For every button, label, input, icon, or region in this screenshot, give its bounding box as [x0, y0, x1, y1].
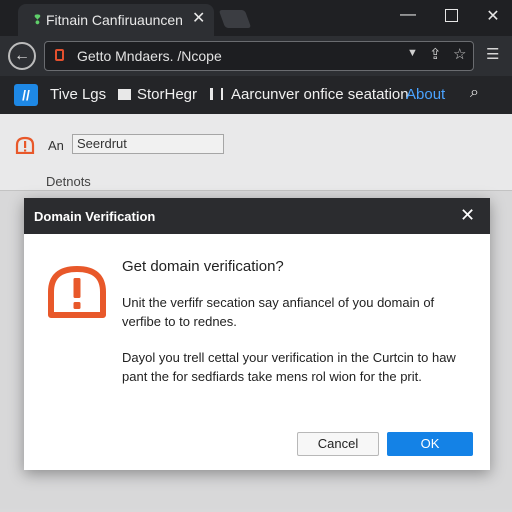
- close-window-button[interactable]: ✕: [482, 6, 504, 26]
- nav-item-3-label: Aarcunver onfice seatation: [231, 86, 409, 103]
- menu-icon[interactable]: ☰: [486, 45, 499, 63]
- section-label: Detnots: [46, 174, 91, 189]
- title-bar: ❢ Fitnain Canfiruauncen ✕ — ✕: [0, 0, 512, 36]
- search-icon[interactable]: ⌕: [470, 84, 479, 102]
- address-bar[interactable]: Getto Mndaers. /Ncope ▼ ⇪ ☆: [44, 41, 474, 71]
- site-logo[interactable]: //: [14, 84, 38, 106]
- domain-verification-dialog: Domain Verification ✕ Get domain verific…: [24, 198, 490, 470]
- dialog-header: Domain Verification ✕: [24, 198, 490, 234]
- site-nav-bar: // Tive Lgs StorHegr Aarcunver onfice se…: [0, 76, 512, 114]
- lock-icon: [55, 49, 64, 61]
- nav-item-2-label: StorHegr: [137, 86, 198, 103]
- folder-icon: [118, 89, 131, 100]
- browser-tab[interactable]: ❢ Fitnain Canfiruauncen ✕: [18, 4, 214, 36]
- tab-favicon-icon: ❢: [32, 12, 43, 27]
- maximize-icon: [444, 9, 458, 22]
- bookmark-star-icon[interactable]: ☆: [453, 45, 466, 63]
- dialog-title: Domain Verification: [34, 209, 156, 224]
- tab-close-icon[interactable]: ✕: [192, 10, 205, 28]
- maximize-button[interactable]: [440, 6, 462, 27]
- warning-icon: [15, 136, 35, 154]
- address-toolbar: ← Getto Mndaers. /Ncope ▼ ⇪ ☆ ☰: [0, 36, 512, 76]
- nav-item-3[interactable]: Aarcunver onfice seatation: [210, 86, 409, 103]
- nav-item-2[interactable]: StorHegr: [118, 86, 197, 103]
- nav-item-1[interactable]: Tive Lgs: [50, 86, 106, 103]
- new-tab-button[interactable]: [218, 10, 252, 28]
- cancel-button[interactable]: Cancel: [297, 432, 379, 456]
- warning-icon: [48, 266, 106, 318]
- back-button[interactable]: ←: [8, 42, 36, 70]
- share-icon[interactable]: ⇪: [429, 45, 442, 63]
- tab-title: Fitnain Canfiruauncen: [46, 12, 183, 28]
- chevron-down-icon[interactable]: ▼: [407, 47, 418, 59]
- document-icon: [210, 88, 223, 100]
- dialog-heading: Get domain verification?: [122, 258, 284, 275]
- search-field[interactable]: Seerdrut: [72, 134, 224, 154]
- field-label: An: [48, 138, 64, 153]
- dialog-message-2: Dayol you trell cettal your verification…: [122, 350, 456, 384]
- minimize-button[interactable]: —: [397, 6, 419, 24]
- dialog-message-1: Unit the verfifr secation say anfiancel …: [122, 295, 435, 329]
- browser-window: ❢ Fitnain Canfiruauncen ✕ — ✕ ← Getto Mn…: [0, 0, 512, 512]
- ok-button[interactable]: OK: [387, 432, 473, 456]
- close-icon[interactable]: ✕: [460, 205, 475, 226]
- url-text[interactable]: Getto Mndaers. /Ncope: [77, 48, 222, 64]
- nav-item-about[interactable]: About: [406, 86, 445, 103]
